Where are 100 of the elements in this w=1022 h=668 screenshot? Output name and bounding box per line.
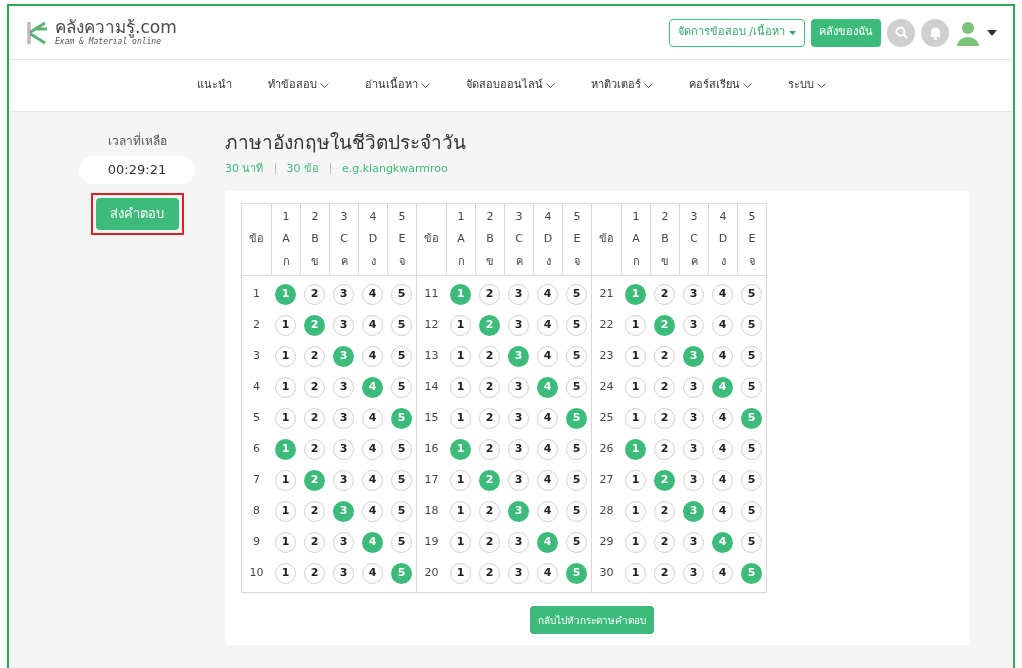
answer-bubble[interactable]: 5 [741,470,762,491]
answer-bubble[interactable]: 4 [712,315,733,336]
answer-bubble[interactable]: 3 [508,377,529,398]
answer-bubble[interactable]: 1 [625,346,646,367]
answer-bubble[interactable]: 1 [275,315,296,336]
answer-bubble[interactable]: 4 [537,439,558,460]
answer-bubble[interactable]: 3 [333,439,354,460]
answer-bubble[interactable]: 2 [654,532,675,553]
answer-bubble[interactable]: 4 [362,563,383,584]
answer-bubble[interactable]: 3 [333,470,354,491]
chevron-down-icon[interactable] [742,82,752,89]
answer-bubble[interactable]: 5 [566,315,587,336]
answer-bubble[interactable]: 2 [479,501,500,522]
chevron-down-icon[interactable] [643,82,653,89]
answer-bubble[interactable]: 5 [566,439,587,460]
answer-bubble[interactable]: 1 [450,470,471,491]
answer-bubble[interactable]: 4 [362,470,383,491]
answer-bubble[interactable]: 5 [741,346,762,367]
nav-link[interactable]: ทำข้อสอบ [267,77,329,94]
answer-bubble[interactable]: 4 [537,470,558,491]
nav-link[interactable]: หาติวเตอร์ [590,77,653,94]
nav-link[interactable]: คอร์สเรียน [688,77,752,94]
answer-bubble[interactable]: 5 [741,532,762,553]
answer-bubble[interactable]: 5 [391,315,412,336]
answer-bubble[interactable]: 5 [566,284,587,305]
answer-bubble[interactable]: 3 [508,470,529,491]
answer-bubble[interactable]: 1 [450,346,471,367]
answer-bubble[interactable]: 2 [304,563,325,584]
answer-bubble[interactable]: 5 [741,501,762,522]
answer-bubble[interactable]: 3 [683,470,704,491]
answer-bubble[interactable]: 4 [362,346,383,367]
answer-bubble[interactable]: 2 [479,532,500,553]
answer-bubble[interactable]: 3 [333,532,354,553]
answer-bubble[interactable]: 4 [712,408,733,429]
nav-link[interactable]: อ่านเนื้อหา [364,77,430,94]
answer-bubble[interactable]: 1 [450,532,471,553]
answer-bubble[interactable]: 2 [654,346,675,367]
answer-bubble[interactable]: 5 [391,377,412,398]
answer-bubble[interactable]: 3 [683,408,704,429]
answer-bubble[interactable]: 4 [712,563,733,584]
answer-bubble[interactable]: 1 [625,563,646,584]
answer-bubble[interactable]: 1 [450,563,471,584]
nav-link[interactable]: ระบบ [787,77,826,94]
answer-bubble[interactable]: 2 [304,532,325,553]
answer-bubble[interactable]: 1 [275,501,296,522]
answer-bubble[interactable]: 1 [450,408,471,429]
answer-bubble[interactable]: 3 [683,377,704,398]
answer-bubble[interactable]: 4 [362,284,383,305]
chevron-down-icon[interactable] [545,82,555,89]
answer-bubble[interactable]: 2 [654,563,675,584]
answer-bubble[interactable]: 4 [537,346,558,367]
answer-bubble[interactable]: 3 [683,315,704,336]
answer-bubble[interactable]: 1 [625,501,646,522]
answer-bubble[interactable]: 5 [391,470,412,491]
answer-bubble[interactable]: 5 [566,377,587,398]
answer-bubble[interactable]: 1 [625,408,646,429]
answer-bubble[interactable]: 2 [479,346,500,367]
answer-bubble[interactable]: 2 [654,377,675,398]
answer-bubble[interactable]: 1 [625,532,646,553]
chevron-down-icon[interactable] [420,82,430,89]
answer-bubble[interactable]: 1 [450,315,471,336]
answer-bubble[interactable]: 5 [741,439,762,460]
chevron-down-icon[interactable] [319,82,329,89]
answer-bubble[interactable]: 3 [683,563,704,584]
answer-bubble[interactable]: 1 [275,377,296,398]
answer-bubble[interactable]: 3 [333,563,354,584]
answer-bubble[interactable]: 5 [741,315,762,336]
answer-bubble[interactable]: 3 [683,284,704,305]
answer-bubble[interactable]: 5 [741,284,762,305]
answer-bubble[interactable]: 3 [508,532,529,553]
answer-bubble[interactable]: 3 [683,439,704,460]
nav-link[interactable]: แนะนำ [196,77,232,94]
answer-bubble[interactable]: 3 [333,284,354,305]
nav-link[interactable]: จัดสอบออนไลน์ [465,77,555,94]
answer-bubble[interactable]: 1 [450,377,471,398]
answer-bubble[interactable]: 2 [304,377,325,398]
answer-bubble[interactable]: 2 [304,346,325,367]
answer-bubble[interactable]: 5 [566,346,587,367]
answer-bubble[interactable]: 5 [391,346,412,367]
answer-bubble[interactable]: 4 [712,346,733,367]
answer-bubble[interactable]: 1 [625,470,646,491]
answer-bubble[interactable]: 4 [537,563,558,584]
answer-bubble[interactable]: 2 [304,284,325,305]
answer-bubble[interactable]: 2 [479,284,500,305]
answer-bubble[interactable]: 3 [508,284,529,305]
answer-bubble[interactable]: 5 [566,470,587,491]
answer-bubble[interactable]: 2 [479,408,500,429]
answer-bubble[interactable]: 2 [479,563,500,584]
answer-bubble[interactable]: 2 [654,439,675,460]
answer-bubble[interactable]: 3 [333,315,354,336]
answer-bubble[interactable]: 2 [654,284,675,305]
answer-bubble[interactable]: 5 [391,532,412,553]
answer-bubble[interactable]: 5 [566,501,587,522]
answer-bubble[interactable]: 4 [537,315,558,336]
answer-bubble[interactable]: 2 [654,408,675,429]
answer-bubble[interactable]: 5 [391,284,412,305]
caret-icon[interactable] [987,29,997,36]
answer-bubble[interactable]: 4 [712,470,733,491]
answer-bubble[interactable]: 2 [304,408,325,429]
answer-bubble[interactable]: 4 [362,439,383,460]
